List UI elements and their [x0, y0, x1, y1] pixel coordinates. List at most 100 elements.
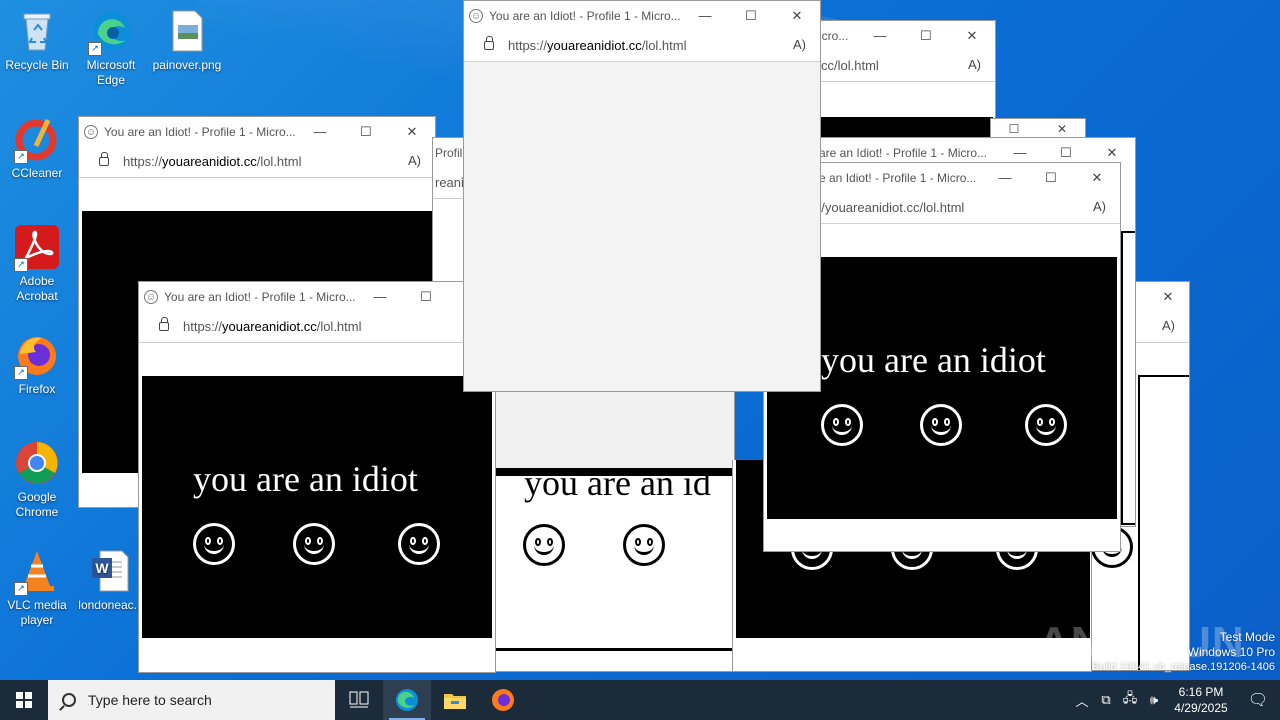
- title-bar: ☺ You are an Idiot! - Profile 1 - Micro.…: [464, 1, 820, 30]
- desktop-icon-vlc[interactable]: ↗ VLC media player: [0, 548, 74, 628]
- desktop-icon-chrome[interactable]: Google Chrome: [0, 440, 74, 520]
- desktop-icon-label: painover.png: [152, 58, 222, 72]
- clock-date: 4/29/2025: [1174, 701, 1228, 715]
- smiley-favicon-icon: ☺: [84, 124, 98, 139]
- smiley-face-icon: [623, 524, 665, 566]
- volume-icon[interactable]: 🕪: [1142, 692, 1166, 708]
- address-bar[interactable]: https://youareanidiot.cc/lol.html A): [464, 30, 820, 62]
- desktop-icon-label: Firefox: [18, 382, 56, 396]
- browser-window-middle-white[interactable]: you are an id: [495, 380, 735, 672]
- desktop-icon-label: Recycle Bin: [5, 58, 69, 72]
- maximize-button[interactable]: ☐: [1028, 163, 1074, 192]
- smiley-face-icon: [523, 524, 565, 566]
- maximize-button[interactable]: ☐: [403, 282, 449, 311]
- url-text: ://youareanidiot.cc/lol.html: [814, 200, 965, 215]
- url-text: https://youareanidiot.cc/lol.html: [508, 38, 687, 53]
- minimize-button[interactable]: —: [682, 1, 728, 30]
- edge-icon: ↗: [88, 8, 134, 56]
- address-bar[interactable]: cc/lol.html A): [791, 50, 995, 82]
- clock-time: 6:16 PM: [1178, 685, 1224, 699]
- read-aloud-icon[interactable]: A): [408, 153, 421, 168]
- browser-window-left-front[interactable]: ☺ You are an Idiot! - Profile 1 - Micro.…: [138, 281, 496, 673]
- desktop-icon-londoneac[interactable]: W londoneac...: [74, 548, 148, 613]
- minimize-button[interactable]: —: [297, 117, 343, 146]
- start-button[interactable]: [0, 680, 48, 720]
- desktop-icon-firefox[interactable]: ↗ Firefox: [0, 332, 74, 397]
- read-aloud-icon[interactable]: A): [968, 57, 981, 72]
- taskbar-edge-button[interactable]: [383, 680, 431, 720]
- idiot-black-panel: you are an idiot: [142, 376, 492, 638]
- network-icon[interactable]: 🖧: [1118, 689, 1142, 711]
- meet-now-icon[interactable]: ⧉: [1094, 692, 1118, 708]
- close-button[interactable]: ✕: [389, 117, 435, 146]
- read-aloud-icon[interactable]: A): [1093, 199, 1106, 214]
- smiley-face-icon: [821, 404, 863, 446]
- window-title: e an Idiot! - Profile 1 - Micro...: [819, 170, 977, 185]
- minimize-button[interactable]: —: [982, 163, 1028, 192]
- read-aloud-icon[interactable]: A): [793, 37, 806, 52]
- search-icon: [62, 693, 76, 707]
- smiley-favicon-icon: ☺: [144, 289, 158, 304]
- close-button[interactable]: ✕: [1145, 282, 1189, 311]
- png-file-icon: [164, 8, 210, 54]
- address-bar[interactable]: https://youareanidiot.cc/lol.html: [139, 311, 495, 343]
- shortcut-arrow-icon: ↗: [14, 150, 28, 164]
- maximize-button[interactable]: ☐: [343, 117, 389, 146]
- desktop-icon-acrobat[interactable]: ↗ Adobe Acrobat: [0, 224, 74, 304]
- header-strip: [496, 380, 734, 468]
- taskbar-firefox-button[interactable]: [479, 680, 527, 720]
- desktop-icon-recycle-bin[interactable]: Recycle Bin: [0, 8, 74, 73]
- recycle-bin-icon: [14, 8, 60, 54]
- idiot-white-panel: you are an id: [496, 463, 734, 651]
- window-title: You are an Idiot! - Profile 1 - Micro...: [489, 8, 681, 23]
- clock[interactable]: 6:16 PM 4/29/2025: [1166, 684, 1236, 716]
- desktop-icon-label: Adobe Acrobat: [16, 274, 58, 303]
- acrobat-icon: ↗: [14, 224, 60, 272]
- maximize-button[interactable]: ☐: [903, 21, 949, 50]
- title-bar: ☺ You are an Idiot! - Profile 1 - Micro.…: [79, 117, 435, 146]
- lock-icon: [484, 36, 494, 50]
- shortcut-arrow-icon: ↗: [14, 258, 28, 272]
- minimize-button[interactable]: —: [857, 21, 903, 50]
- desktop-icon-label: CCleaner: [11, 166, 63, 180]
- close-button[interactable]: ✕: [1074, 163, 1120, 192]
- task-view-icon: [349, 691, 369, 708]
- desktop: Recycle Bin ↗ Microsoft Edge painover.pn…: [0, 0, 1280, 680]
- title-bar: ☺ You are an Idiot! - Profile 1 - Micro.…: [139, 282, 495, 311]
- taskbar-file-explorer-button[interactable]: [431, 680, 479, 720]
- read-aloud-icon[interactable]: A): [1162, 318, 1175, 333]
- address-bar[interactable]: https://youareanidiot.cc/lol.html A): [79, 146, 435, 178]
- browser-window-top-front[interactable]: ☺ You are an Idiot! - Profile 1 - Micro.…: [463, 0, 821, 392]
- desktop-icon-edge[interactable]: ↗ Microsoft Edge: [74, 8, 148, 88]
- chevron-up-icon[interactable]: ︿: [1070, 691, 1094, 710]
- idiot-message: you are an id: [524, 463, 711, 503]
- minimize-button[interactable]: —: [357, 282, 403, 311]
- desktop-icon-label: VLC media player: [7, 598, 67, 627]
- smiley-face-icon: [293, 523, 335, 565]
- idiot-message: you are an idiot: [193, 459, 418, 499]
- desktop-icon-painover[interactable]: painover.png: [150, 8, 224, 73]
- smiley-face-icon: [920, 404, 962, 446]
- smiley-face-icon: [398, 523, 440, 565]
- smiley-face-icon: [193, 523, 235, 565]
- desktop-icon-ccleaner[interactable]: ↗ CCleaner: [0, 116, 74, 181]
- blank-page: [464, 62, 820, 391]
- notifications-icon[interactable]: 🗨: [1236, 690, 1280, 710]
- desktop-icon-label: Microsoft Edge: [86, 58, 136, 87]
- ccleaner-icon: ↗: [14, 116, 60, 164]
- close-button[interactable]: ✕: [774, 1, 820, 30]
- title-bar: icro... — ☐ ✕: [791, 21, 995, 50]
- svg-text:W: W: [95, 560, 109, 576]
- chrome-icon: [14, 440, 60, 486]
- shortcut-arrow-icon: ↗: [14, 582, 28, 596]
- lock-icon: [159, 317, 169, 331]
- taskbar-search-box[interactable]: Type here to search: [48, 680, 335, 720]
- desktop-icon-label: Google Chrome: [15, 490, 59, 519]
- close-button[interactable]: ✕: [949, 21, 995, 50]
- desktop-icon-label: londoneac...: [78, 598, 144, 612]
- search-placeholder: Type here to search: [88, 692, 212, 708]
- maximize-button[interactable]: ☐: [728, 1, 774, 30]
- test-mode-watermark: Test Mode Windows 10 Pro Build 19041.vb_…: [1092, 630, 1275, 673]
- smiley-face-icon: [1025, 404, 1067, 446]
- task-view-button[interactable]: [335, 680, 383, 720]
